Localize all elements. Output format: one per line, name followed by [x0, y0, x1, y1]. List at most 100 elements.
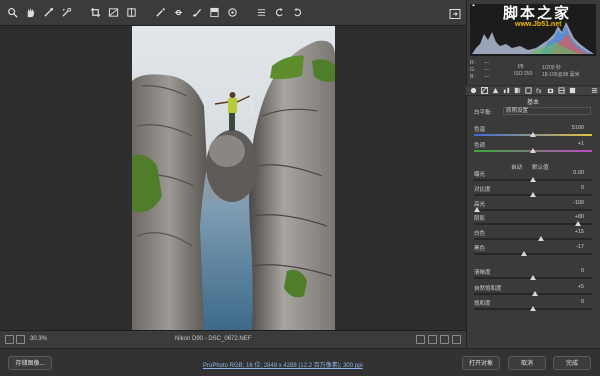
slider-thumb[interactable] [530, 306, 536, 311]
fullscreen-icon[interactable] [449, 7, 461, 19]
aperture: f/8 [518, 64, 524, 70]
image-preview-area [0, 26, 466, 330]
slider-value[interactable]: +5 [578, 284, 584, 290]
watermark-title: 脚本之家 [503, 4, 572, 22]
swap-icon[interactable] [428, 335, 437, 344]
slider-label: 自然饱和度 [474, 286, 502, 292]
graduated-filter-icon[interactable] [208, 6, 221, 19]
presets-tab-icon[interactable] [558, 87, 565, 94]
crop-icon[interactable] [89, 6, 102, 19]
auto-button[interactable]: 自动 [511, 163, 522, 171]
slider-value[interactable]: -17 [576, 244, 584, 250]
before-after-icon[interactable] [416, 335, 425, 344]
slider-label: 色温 [474, 127, 486, 133]
slider-thumb[interactable] [530, 275, 536, 280]
slider-label: 曝光 [474, 172, 486, 178]
cancel-button[interactable]: 取消 [508, 356, 546, 370]
slider-thumb[interactable] [530, 177, 536, 182]
footer: 存储图像... ProPhoto RGB; 16 位; 2848 x 4288 … [0, 348, 600, 376]
zoom-in-icon[interactable] [16, 335, 25, 344]
slider-value[interactable]: 0 [581, 185, 584, 191]
slider-track[interactable] [474, 221, 592, 226]
camera-info: R: --- G: --- B: --- f/8 1/200 秒 ISO 250… [470, 58, 596, 82]
panel-title: 基本 [526, 100, 539, 106]
slider-value[interactable]: 5100 [572, 125, 584, 131]
tone-curve-tab-icon[interactable] [481, 87, 488, 94]
file-name: Nikon D90 - DSC_0672.NEF [175, 336, 252, 342]
white-balance-select[interactable]: 原照设置 [503, 107, 591, 115]
effects-tab-icon[interactable]: fx [536, 87, 543, 94]
slider-track[interactable] [474, 291, 592, 296]
slider-track[interactable] [474, 275, 592, 280]
watermark-url: www.Jb51.net [515, 21, 562, 28]
slider-track[interactable] [474, 207, 592, 212]
rotate-right-icon[interactable] [291, 6, 304, 19]
radial-filter-icon[interactable] [226, 6, 239, 19]
camera-calibration-tab-icon[interactable] [547, 87, 554, 94]
iso: ISO 250 [514, 71, 533, 77]
slider-value[interactable]: 0.00 [573, 170, 584, 176]
g-label: G: [470, 67, 476, 73]
preferences-icon[interactable] [255, 6, 268, 19]
slider-track[interactable] [474, 251, 592, 256]
default-button[interactable]: 默认值 [532, 163, 549, 171]
zoom-out-icon[interactable] [5, 335, 14, 344]
slider-thumb[interactable] [474, 207, 480, 212]
wb-value: 原照设置 [506, 108, 529, 114]
slider-track[interactable] [474, 148, 592, 153]
spot-removal-icon[interactable] [154, 6, 167, 19]
preview-photo [132, 26, 335, 330]
status-bar: 30.3% Nikon D90 - DSC_0672.NEF [0, 330, 466, 349]
done-button[interactable]: 完成 [553, 356, 591, 370]
adjustment-brush-icon[interactable] [190, 6, 203, 19]
preview-settings-icon[interactable] [452, 335, 461, 344]
slider-thumb[interactable] [574, 221, 581, 226]
slider-thumb[interactable] [521, 251, 528, 256]
hand-icon[interactable] [24, 6, 37, 19]
slider-label: 色调 [474, 143, 486, 149]
copy-settings-icon[interactable] [440, 335, 449, 344]
svg-text:fx: fx [536, 88, 542, 94]
slider-value[interactable]: 0 [581, 268, 584, 274]
save-image-button[interactable]: 存储图像... [8, 356, 52, 370]
slider-value[interactable]: 0 [581, 299, 584, 305]
slider-thumb[interactable] [530, 192, 536, 197]
slider-track[interactable] [474, 236, 592, 241]
lens-tab-icon[interactable] [525, 87, 532, 94]
toolbar [0, 0, 466, 26]
slider-thumb[interactable] [537, 236, 544, 241]
camera-raw-window: 30.3% Nikon D90 - DSC_0672.NEF 脚本之家 www.… [0, 0, 600, 376]
slider-label: 阴影 [474, 216, 486, 222]
slider-thumb[interactable] [530, 132, 536, 137]
r-value: --- [484, 60, 489, 66]
hsl-tab-icon[interactable] [503, 87, 510, 94]
zoom-level[interactable]: 30.3% [30, 336, 47, 342]
transform-icon[interactable] [125, 6, 138, 19]
detail-tab-icon[interactable] [492, 87, 499, 94]
rotate-left-icon[interactable] [273, 6, 286, 19]
slider-track[interactable] [474, 306, 592, 311]
slider-value[interactable]: +15 [575, 229, 584, 235]
slider-value[interactable]: -100 [573, 200, 584, 206]
snapshots-tab-icon[interactable] [569, 87, 576, 94]
straighten-icon[interactable] [107, 6, 120, 19]
panel-menu-icon[interactable] [591, 87, 598, 94]
slider-thumb[interactable] [532, 291, 539, 296]
color-sampler-icon[interactable] [60, 6, 73, 19]
slider-label: 白色 [474, 231, 486, 237]
split-toning-tab-icon[interactable] [514, 87, 521, 94]
slider-track[interactable] [474, 177, 592, 182]
lens: 18-105@38 毫米 [542, 72, 580, 78]
redeye-icon[interactable] [172, 6, 185, 19]
workflow-options-link[interactable]: ProPhoto RGB; 16 位; 2848 x 4288 (12.2 百万… [203, 360, 363, 369]
slider-thumb[interactable] [530, 148, 536, 153]
slider-track[interactable] [474, 192, 592, 197]
basic-tab-icon[interactable] [470, 87, 477, 94]
slider-value[interactable]: +80 [575, 214, 584, 220]
slider-value[interactable]: +1 [578, 141, 584, 147]
zoom-icon[interactable] [6, 6, 19, 19]
open-object-button[interactable]: 打开对象 [462, 356, 500, 370]
slider-track[interactable] [474, 132, 592, 137]
b-value: --- [484, 74, 489, 80]
white-balance-icon[interactable] [42, 6, 55, 19]
